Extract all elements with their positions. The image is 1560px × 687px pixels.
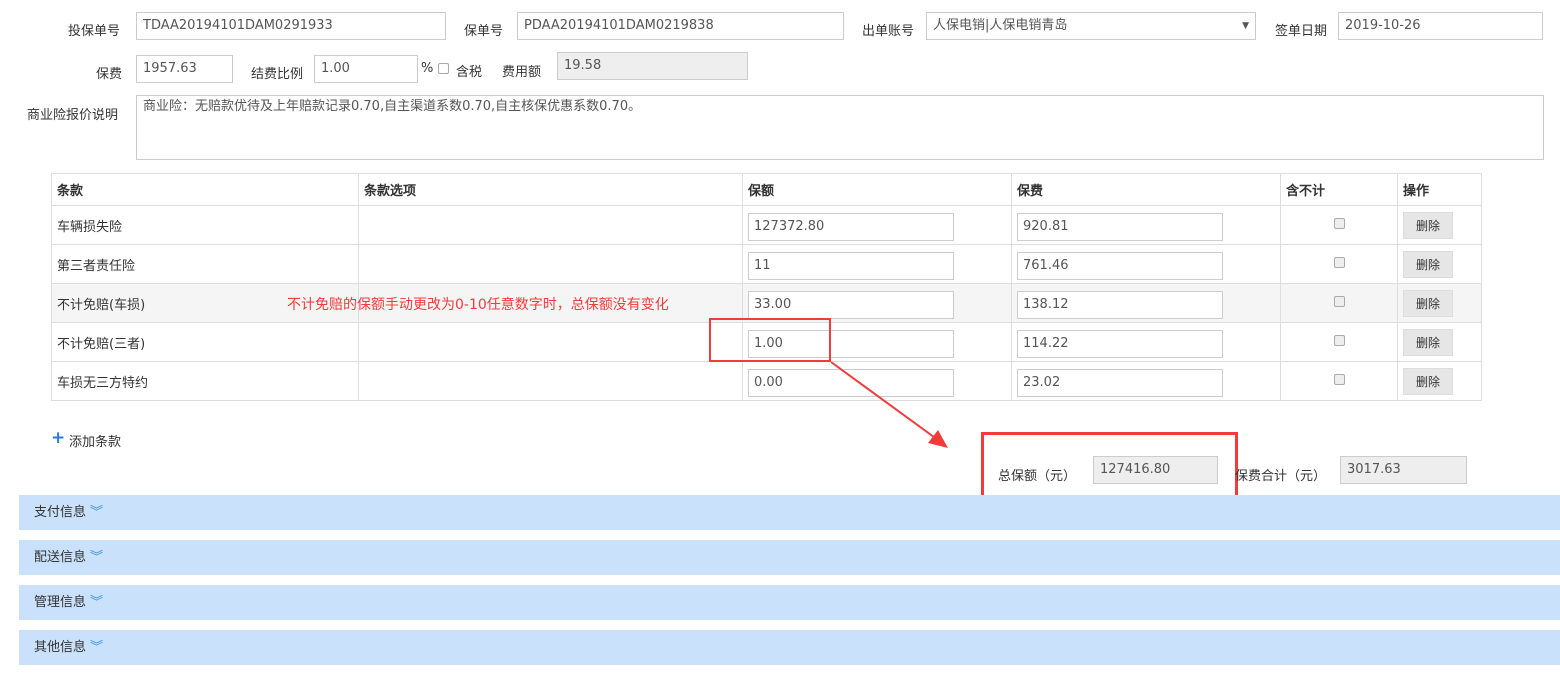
amount-input[interactable]: 33.00 [748, 291, 954, 319]
premium-input[interactable]: 920.81 [1017, 213, 1223, 241]
premium-input[interactable]: 114.22 [1017, 330, 1223, 358]
deductible-checkbox[interactable] [1333, 256, 1345, 268]
table-row: 车损无三方特约 0.00 23.02 删除 [51, 361, 1482, 401]
table-row: 不计免赔(车损) 33.00 138.12 删除 [51, 283, 1482, 323]
section-management[interactable]: 管理信息 ︾ [19, 585, 1560, 620]
clause-option [358, 244, 743, 284]
clause-name: 车损无三方特约 [51, 361, 359, 401]
col-premium: 保费 [1011, 173, 1281, 206]
premium-input[interactable]: 23.02 [1017, 369, 1223, 397]
sign-date-label: 签单日期 [1275, 24, 1328, 39]
amount-input[interactable]: 11 [748, 252, 954, 280]
table-row: 第三者责任险 11 761.46 删除 [51, 244, 1482, 284]
clause-name: 不计免赔(三者) [51, 322, 359, 362]
col-action: 操作 [1397, 173, 1482, 206]
col-clause: 条款 [51, 173, 359, 206]
quote-desc-label: 商业险报价说明 [27, 108, 119, 123]
clause-table: 条款 条款选项 保额 保费 含不计 操作 车辆损失险 127372.80 920.8… [51, 173, 1482, 401]
dropdown-arrow-icon: ▼ [1242, 21, 1249, 31]
premium-input[interactable]: 761.46 [1017, 252, 1223, 280]
section-title: 其他信息 [34, 640, 87, 655]
deductible-checkbox[interactable] [1333, 217, 1345, 229]
sign-date-input[interactable]: 2019-10-26 [1338, 12, 1543, 40]
proposal-no-label: 投保单号 [68, 24, 121, 39]
proposal-no-input[interactable]: TDAA20194101DAM0291933 [136, 12, 446, 40]
clause-option [358, 205, 743, 245]
section-title: 支付信息 [34, 505, 87, 520]
delete-button[interactable]: 删除 [1403, 289, 1454, 317]
delete-button[interactable]: 删除 [1403, 211, 1454, 239]
clause-option [358, 322, 743, 362]
fee-ratio-input[interactable]: 1.00 [314, 55, 418, 83]
clause-option [358, 361, 743, 401]
add-clause-link[interactable]: 添加条款 [69, 431, 121, 450]
account-label: 出单账号 [862, 24, 915, 39]
tax-label: 含税 [456, 65, 483, 80]
double-chevron-down-icon: ︾ [90, 505, 104, 520]
premium-label: 保费 [96, 67, 123, 82]
section-other[interactable]: 其他信息 ︾ [19, 630, 1560, 665]
policy-no-label: 保单号 [464, 24, 504, 39]
col-option: 条款选项 [358, 173, 743, 206]
delete-button[interactable]: 删除 [1403, 250, 1454, 278]
total-amount-label: 总保额（元） [998, 469, 1077, 484]
tax-checkbox[interactable] [438, 63, 449, 74]
section-payment[interactable]: 支付信息 ︾ [19, 495, 1560, 530]
section-title: 配送信息 [34, 550, 87, 565]
double-chevron-down-icon: ︾ [90, 550, 104, 565]
annotation-box-amount [709, 318, 831, 362]
total-premium-input: 3017.63 [1340, 456, 1467, 484]
col-amount: 保额 [742, 173, 1012, 206]
percent-sign: % [421, 61, 434, 76]
plus-icon[interactable]: + [51, 428, 65, 448]
section-delivery[interactable]: 配送信息 ︾ [19, 540, 1560, 575]
fee-ratio-label: 结费比例 [251, 67, 304, 82]
account-select[interactable]: 人保电销|人保电销青岛 ▼ [926, 12, 1256, 40]
total-premium-label: 保费合计（元） [1235, 469, 1327, 484]
double-chevron-down-icon: ︾ [90, 640, 104, 655]
amount-input[interactable]: 127372.80 [748, 213, 954, 241]
clause-name: 第三者责任险 [51, 244, 359, 284]
total-amount-input: 127416.80 [1093, 456, 1218, 484]
deductible-checkbox[interactable] [1333, 373, 1345, 385]
deductible-checkbox[interactable] [1333, 334, 1345, 346]
section-title: 管理信息 [34, 595, 87, 610]
col-deductible: 含不计 [1280, 173, 1398, 206]
fee-amount-input: 19.58 [557, 52, 748, 80]
delete-button[interactable]: 删除 [1403, 367, 1454, 395]
quote-desc-textarea[interactable]: 商业险：无赔款优待及上年赔款记录0.70,自主渠道系数0.70,自主核保优惠系数… [136, 95, 1544, 160]
annotation-text: 不计免赔的保额手动更改为0-10任意数字时，总保额没有变化 [287, 297, 669, 313]
table-row: 车辆损失险 127372.80 920.81 删除 [51, 205, 1482, 245]
clause-name: 车辆损失险 [51, 205, 359, 245]
account-value: 人保电销|人保电销青岛 [933, 18, 1068, 33]
policy-no-input[interactable]: PDAA20194101DAM0219838 [517, 12, 844, 40]
double-chevron-down-icon: ︾ [90, 595, 104, 610]
premium-input[interactable]: 1957.63 [136, 55, 233, 83]
deductible-checkbox[interactable] [1333, 295, 1345, 307]
delete-button[interactable]: 删除 [1403, 328, 1454, 356]
annotation-arrow-icon [830, 361, 948, 448]
premium-input[interactable]: 138.12 [1017, 291, 1223, 319]
fee-amount-label: 费用额 [502, 65, 542, 80]
